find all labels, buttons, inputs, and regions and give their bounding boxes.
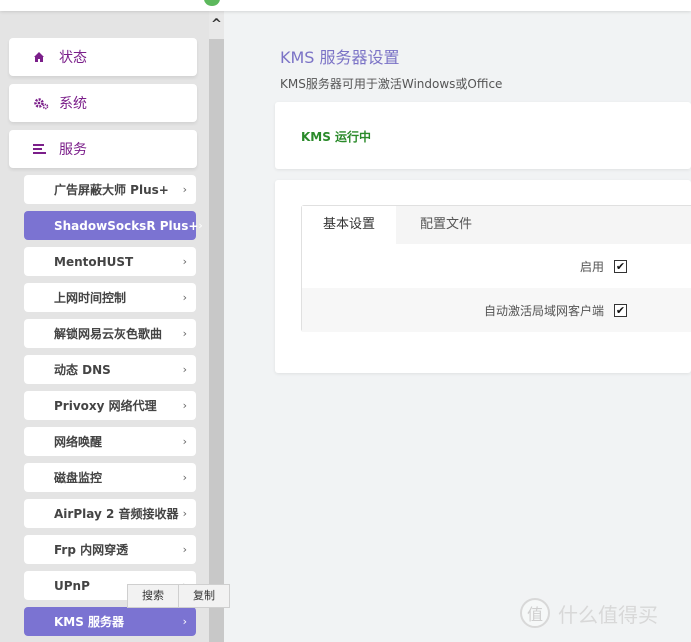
option-label: 启用 (579, 259, 604, 274)
sidebar-subitem-label: 上网时间控制 (54, 291, 127, 305)
tab-config-file[interactable]: 配置文件 (396, 206, 492, 244)
chevron-right-icon: › (182, 615, 187, 628)
chevron-right-icon: › (182, 327, 187, 340)
logo-icon (204, 0, 220, 6)
settings-tab-panel: 基本设置 配置文件 启用 ✔ 自动激活局域网客户端 ✔ (301, 205, 691, 332)
watermark-text: 什么值得买 (558, 602, 658, 627)
page-title: KMS 服务器设置 (280, 48, 400, 67)
sidebar-item-status[interactable]: 状态 (9, 38, 197, 76)
sidebar-subitem-label: 动态 DNS (54, 363, 111, 377)
enable-checkbox[interactable]: ✔ (614, 259, 627, 273)
sidebar-subitem-unblock-music[interactable]: 解锁网易云灰色歌曲 › (24, 319, 196, 348)
sidebar-subitem-adblock[interactable]: 广告屏蔽大师 Plus+ › (24, 175, 196, 204)
chevron-right-icon: › (198, 219, 203, 232)
check-icon: ✔ (615, 259, 626, 273)
option-row-enable: 启用 ✔ (302, 244, 691, 288)
chevron-right-icon: › (182, 507, 187, 520)
home-icon (33, 51, 55, 63)
sidebar-scrollbar[interactable]: ^ (209, 11, 224, 642)
sidebar-subitem-privoxy[interactable]: Privoxy 网络代理 › (24, 391, 196, 420)
sidebar-subitem-frp[interactable]: Frp 内网穿透 › (24, 535, 196, 564)
tab-basic-settings[interactable]: 基本设置 (302, 206, 396, 244)
sidebar-subitem-label: 解锁网易云灰色歌曲 (54, 327, 163, 341)
sidebar-item-label: 服务 (59, 142, 87, 158)
top-header-bar (0, 0, 691, 11)
status-text: KMS 运行中 (301, 130, 372, 144)
sidebar-subitem-time-control[interactable]: 上网时间控制 › (24, 283, 196, 312)
chevron-right-icon: › (182, 183, 187, 196)
sidebar-subitem-label: 磁盘监控 (54, 471, 103, 485)
auto-activate-checkbox[interactable]: ✔ (614, 303, 627, 317)
chevron-right-icon: › (182, 255, 187, 268)
sidebar-subitem-label: ShadowSocksR Plus+ (54, 218, 199, 233)
chevron-right-icon: › (182, 291, 187, 304)
sidebar-subitem-shadowsocksr[interactable]: ShadowSocksR Plus+ › (24, 211, 203, 240)
context-menu: 搜索 复制 (127, 584, 230, 608)
check-icon: ✔ (615, 303, 626, 317)
chevron-right-icon: › (182, 363, 187, 376)
sidebar-subitem-label: KMS 服务器 (54, 615, 125, 629)
scroll-up-arrow-icon[interactable]: ^ (209, 15, 224, 35)
sidebar-item-services[interactable]: 服务 (9, 130, 197, 168)
sidebar-item-label: 状态 (59, 50, 87, 66)
settings-card: 基本设置 配置文件 启用 ✔ 自动激活局域网客户端 ✔ (275, 180, 691, 373)
watermark-badge-icon: 值 (520, 598, 550, 628)
sidebar-subitem-label: 广告屏蔽大师 Plus+ (54, 183, 169, 197)
option-row-auto-activate: 自动激活局域网客户端 ✔ (302, 288, 691, 332)
sidebar-subitem-label: UPnP (54, 578, 90, 593)
list-icon (33, 143, 55, 155)
gears-icon (33, 97, 55, 110)
sidebar-subitem-label: Privoxy 网络代理 (54, 399, 157, 413)
sidebar-item-label: 系统 (59, 96, 87, 112)
page-description: KMS服务器可用于激活Windows或Office (280, 77, 503, 91)
chevron-right-icon: › (182, 435, 187, 448)
sidebar-subitem-mentohust[interactable]: MentoHUST › (24, 247, 196, 276)
sidebar-item-system[interactable]: 系统 (9, 84, 197, 122)
sidebar-subitem-label: AirPlay 2 音频接收器 (54, 507, 179, 521)
sidebar-subitem-ddns[interactable]: 动态 DNS › (24, 355, 196, 384)
chevron-right-icon: › (182, 543, 187, 556)
sidebar-subitem-label: 网络唤醒 (54, 435, 103, 449)
context-menu-search[interactable]: 搜索 (128, 585, 178, 607)
sidebar-subitem-kms[interactable]: KMS 服务器 › (24, 607, 196, 636)
sidebar-subitem-label: MentoHUST (54, 254, 134, 269)
sidebar-subitem-airplay[interactable]: AirPlay 2 音频接收器 › (24, 499, 196, 528)
status-card: KMS 运行中 (275, 102, 691, 169)
sidebar-subitem-disk-monitor[interactable]: 磁盘监控 › (24, 463, 196, 492)
sidebar-subitem-wol[interactable]: 网络唤醒 › (24, 427, 196, 456)
chevron-right-icon: › (182, 471, 187, 484)
context-menu-copy[interactable]: 复制 (178, 585, 229, 607)
tab-bar: 基本设置 配置文件 (302, 206, 691, 244)
option-label: 自动激活局域网客户端 (483, 303, 604, 318)
sidebar-subitem-label: Frp 内网穿透 (54, 543, 129, 557)
scrollbar-thumb[interactable] (209, 39, 224, 642)
chevron-right-icon: › (182, 399, 187, 412)
watermark: 值 什么值得买 (520, 598, 658, 628)
